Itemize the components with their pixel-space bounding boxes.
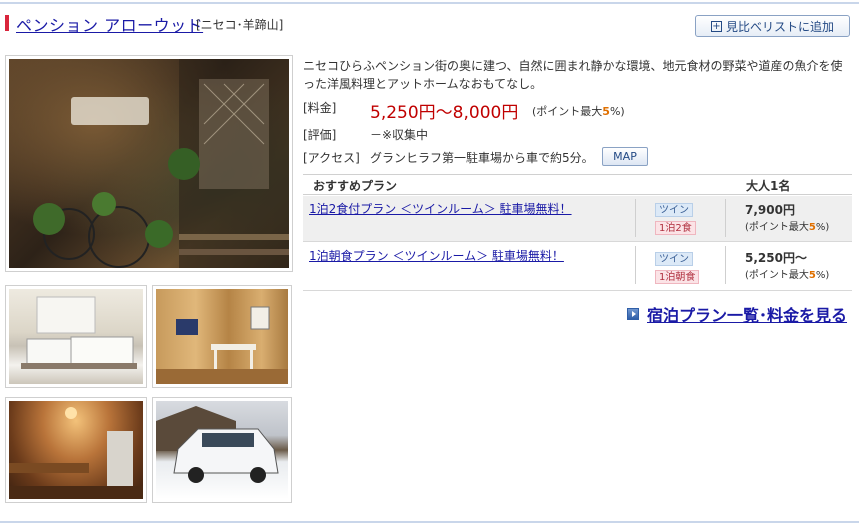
hotel-header: ペンション アローウッド [ニセコ･羊蹄山] + 見比べリストに追加 [0, 12, 859, 37]
hotel-name-link[interactable]: ペンション アローウッド [16, 12, 203, 36]
plan-row: 1泊朝食プラン ＜ツインルーム＞ 駐車場無料！ ツイン 1泊朝食 5,250円〜… [303, 243, 852, 291]
arrow-right-icon [627, 308, 639, 320]
lounge-image [9, 401, 143, 499]
map-button[interactable]: MAP [602, 147, 648, 166]
price-column-header: 大人1名 [746, 179, 791, 193]
plan-price: 5,250円〜 [745, 251, 807, 265]
hotel-description: ニセコひらふペンション街の奥に建つ、自然に囲まれ静かな環境、地元食材の野菜や道産… [303, 59, 843, 91]
plan-row: 1泊2食付プラン ＜ツインルーム＞ 駐車場無料！ ツイン 1泊2食 7,900円… [303, 196, 852, 242]
plan-price: 7,900円 [745, 203, 795, 217]
plan-table-header: おすすめプラン 大人1名 [303, 174, 852, 195]
point-percent: 5 [808, 222, 816, 233]
meal-type-badge: 1泊朝食 [655, 270, 700, 284]
top-divider [0, 2, 859, 4]
price-range: 5,250円〜8,000円 [370, 103, 519, 123]
rating-value: －※収集中 [370, 128, 429, 142]
dining-photo-thumbnail[interactable] [152, 285, 292, 388]
price-point-note: (ポイント最大5%) [532, 105, 625, 118]
main-photo[interactable] [5, 55, 293, 272]
lounge-photo-thumbnail[interactable] [5, 397, 147, 503]
price-label: [料金] [303, 101, 337, 115]
divider [635, 199, 636, 237]
point-percent: 5 [602, 105, 610, 118]
divider [725, 246, 726, 284]
pension-exterior-image [9, 59, 289, 268]
access-value: グランヒラフ第一駐車場から車で約5分。 [370, 151, 594, 165]
twin-bedroom-image [9, 289, 143, 384]
room-type-badge: ツイン [655, 203, 693, 217]
plus-icon: + [710, 20, 722, 32]
dining-room-image [156, 289, 288, 384]
rating-label: [評価] [303, 128, 337, 142]
van-in-snow-image [156, 401, 288, 499]
hotel-area: [ニセコ･羊蹄山] [196, 18, 284, 32]
room-type-badge: ツイン [655, 252, 693, 266]
plan-point-note: (ポイント最大5%) [745, 270, 830, 281]
header-accent-bar [5, 15, 9, 31]
meal-type-badge: 1泊2食 [655, 221, 696, 235]
divider [635, 246, 636, 284]
bottom-divider [0, 521, 859, 523]
add-to-compare-label: 見比べリストに追加 [725, 19, 834, 34]
parking-photo-thumbnail[interactable] [152, 397, 292, 503]
room-photo-thumbnail[interactable] [5, 285, 147, 388]
add-to-compare-button[interactable]: + 見比べリストに追加 [695, 15, 850, 37]
plan-column-header: おすすめプラン [313, 179, 398, 193]
plan-point-note: (ポイント最大5%) [745, 222, 830, 233]
point-percent: 5 [808, 270, 816, 281]
plan-link[interactable]: 1泊朝食プラン ＜ツインルーム＞ 駐車場無料！ [309, 247, 564, 264]
divider [725, 199, 726, 237]
see-all-plans-link[interactable]: 宿泊プラン一覧･料金を見る [627, 302, 847, 326]
access-label: [アクセス] [303, 151, 360, 165]
see-all-plans-label: 宿泊プラン一覧･料金を見る [647, 306, 848, 325]
plan-link[interactable]: 1泊2食付プラン ＜ツインルーム＞ 駐車場無料！ [309, 200, 572, 217]
